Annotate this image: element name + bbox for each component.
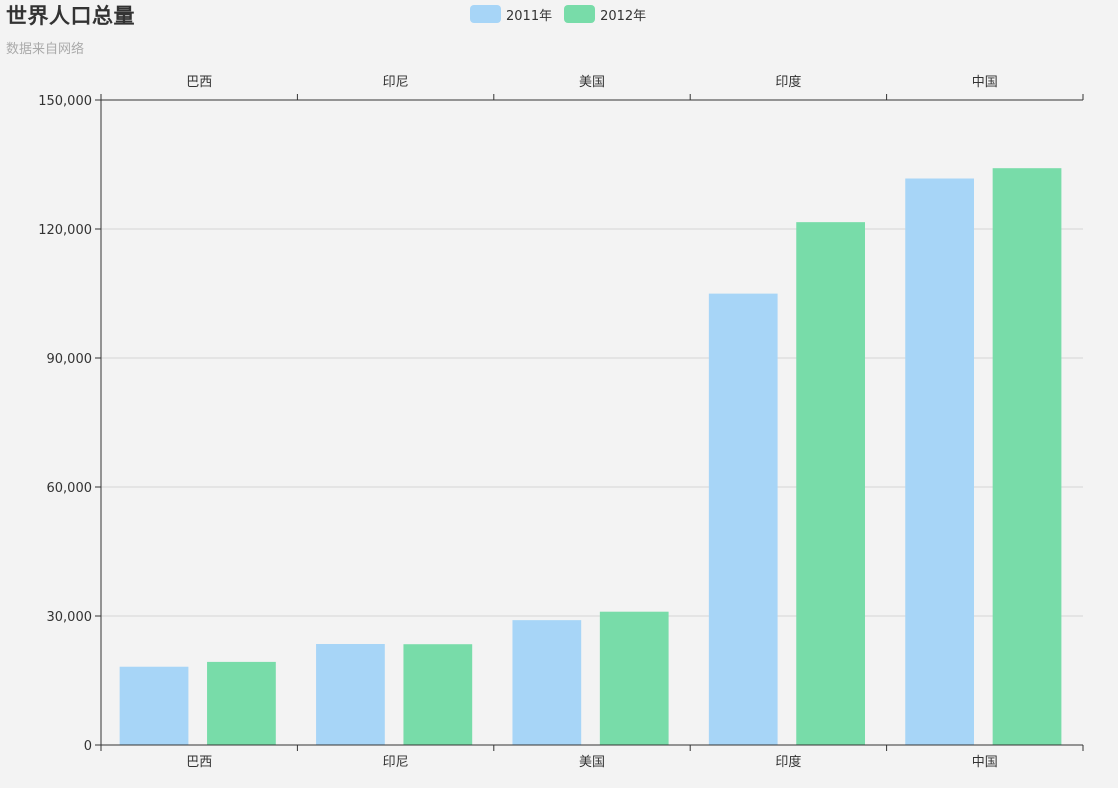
x-tick-label-bottom: 印度	[775, 754, 801, 770]
bar-2011-2	[512, 620, 582, 745]
x-tick-label-bottom: 印尼	[383, 755, 409, 770]
bar-2011-1	[316, 643, 385, 745]
bar-2011-4	[905, 178, 974, 745]
bar-2012-3	[796, 222, 865, 745]
x-tick-label-top: 印度	[775, 74, 801, 90]
bar-2011-3	[708, 293, 778, 745]
bar-2012-4	[992, 168, 1062, 745]
bar-2011-0	[119, 666, 189, 745]
x-tick-label-bottom: 巴西	[186, 755, 212, 770]
bar-2012-0	[207, 661, 276, 745]
y-tick-label: 150,000	[38, 94, 92, 109]
x-tick-label-top: 巴西	[186, 75, 212, 90]
bar-chart: 030,00060,00090,000120,000150,000巴西巴西印尼印…	[38, 74, 1084, 770]
y-tick-label: 120,000	[38, 223, 92, 238]
y-tick-label: 30,000	[47, 610, 93, 625]
x-tick-label-top: 美国	[579, 75, 605, 90]
x-tick-label-top: 中国	[972, 75, 998, 90]
chart-root: 世界人口总量 数据来自网络 2011年 2012年 0 30,000 60,000 9…	[0, 0, 1118, 788]
bar-2012-2	[599, 611, 669, 745]
x-tick-label-top: 印尼	[383, 75, 409, 90]
y-tick-label: 60,000	[47, 481, 93, 496]
bar-2012-1	[403, 644, 473, 745]
y-tick-label: 90,000	[47, 352, 93, 367]
x-tick-label-bottom: 美国	[579, 755, 605, 770]
y-tick-label: 0	[84, 739, 92, 754]
x-tick-label-bottom: 中国	[972, 755, 998, 770]
